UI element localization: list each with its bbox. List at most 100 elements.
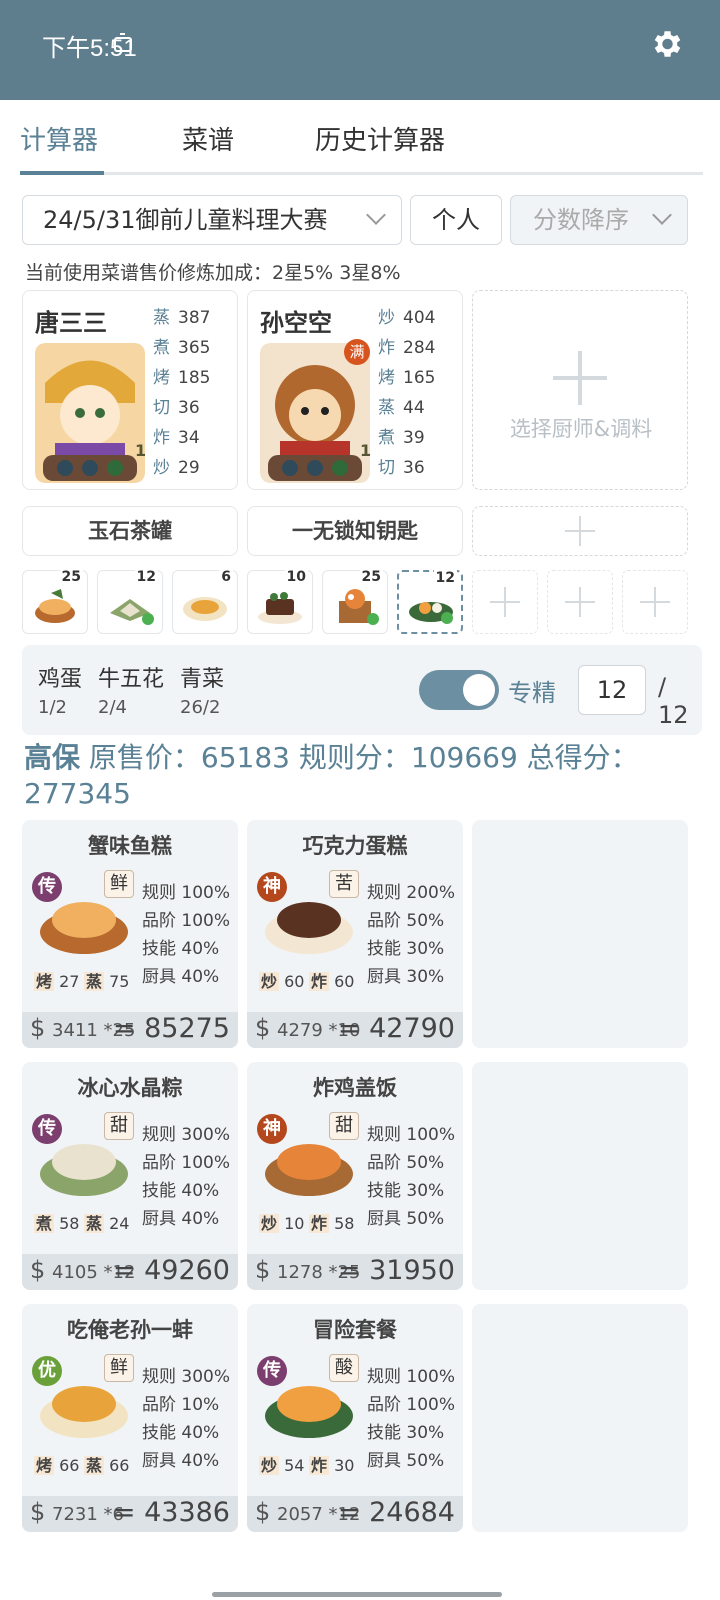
- chef-level: 1: [360, 441, 372, 460]
- chef-card-2[interactable]: 孙空空 满 1 炒 404 炸 284 烤 165 蒸 44 煮 39 切 36: [247, 290, 463, 490]
- dollar-icon: $: [30, 1498, 46, 1526]
- price-footer: $3411 *25 = 85275: [22, 1012, 238, 1048]
- specialize-toggle[interactable]: [419, 670, 499, 710]
- recipe-card[interactable]: 冰心水晶粽传 甜规则 300% 品阶 100% 技能 40% 厨具 40% 煮 58 蒸 2…: [22, 1062, 238, 1290]
- flavor-tag: 苦: [329, 870, 359, 898]
- toggle-knob: [463, 674, 495, 706]
- dollar-icon: $: [255, 1014, 271, 1042]
- recipe-name: 冰心水晶粽: [77, 1076, 183, 1100]
- flavor-tag: 甜: [329, 1112, 359, 1140]
- equipment-slot-1[interactable]: 玉石茶罐: [22, 506, 238, 556]
- skill-req-1: 炒 60: [259, 972, 305, 991]
- plus-icon: [640, 587, 670, 617]
- recipe-slot-1[interactable]: 25: [22, 569, 88, 634]
- add-recipe-slot-2[interactable]: [547, 570, 613, 634]
- empty-slot: [472, 1304, 688, 1532]
- price-total: = 31950: [337, 1255, 455, 1286]
- home-indicator[interactable]: [212, 1592, 502, 1597]
- dollar-icon: $: [255, 1498, 271, 1526]
- chef-stats: 炒 404 炸 284 烤 165 蒸 44 煮 39 切 36: [378, 308, 436, 478]
- grade-badge: 神: [257, 1114, 287, 1144]
- tab-divider: [20, 172, 703, 175]
- mode-select[interactable]: 个人: [410, 195, 502, 245]
- chef-card-1[interactable]: 唐三三 1 蒸 387 煮 365 烤 185 切 36 炸 34 炒 29: [22, 290, 238, 490]
- tab-calculator[interactable]: 计算器: [20, 120, 98, 157]
- recipe-stats: 规则 100% 品阶 100% 技能 40% 厨具 40%: [142, 883, 231, 987]
- price-footer: $2057 *12 = 24684: [247, 1496, 463, 1532]
- recipe-card[interactable]: 蟹味鱼糕传 鲜规则 100% 品阶 100% 技能 40% 厨具 40% 烤 27 蒸 75…: [22, 820, 238, 1048]
- add-recipe-slot-1[interactable]: [472, 570, 538, 634]
- add-chef-label: 选择厨师&调料: [509, 417, 653, 441]
- flavor-tag: 甜: [104, 1112, 134, 1140]
- price-footer: $7231 *6 = 43386: [22, 1496, 238, 1532]
- tab-history-calculator[interactable]: 历史计算器: [315, 120, 445, 157]
- recipe-card[interactable]: 冒险套餐传 酸规则 100% 品阶 100% 技能 30% 厨具 50% 炒 54 炸 30…: [247, 1304, 463, 1532]
- recipe-card[interactable]: 巧克力蛋糕神 苦规则 200% 品阶 50% 技能 30% 厨具 30% 炒 60 炸 60…: [247, 820, 463, 1048]
- chef-portrait: [35, 343, 145, 483]
- add-equipment[interactable]: [472, 506, 688, 556]
- specialize-max: / 12: [658, 673, 689, 729]
- tab-recipes[interactable]: 菜谱: [182, 120, 234, 157]
- sort-value: 分数降序: [533, 206, 629, 234]
- ingredient-name: 牛五花: [98, 667, 165, 692]
- grade-badge: 传: [32, 1114, 62, 1144]
- grade-badge: 传: [32, 872, 62, 902]
- equipment-slot-2[interactable]: 一无锁知钥匙: [247, 506, 463, 556]
- skill-req-2: 蒸 24: [84, 1214, 130, 1233]
- recipe-slot-4[interactable]: 10: [247, 569, 313, 634]
- recipe-stats: 规则 200% 品阶 50% 技能 30% 厨具 30%: [367, 883, 456, 987]
- recipe-card[interactable]: 炸鸡盖饭神 甜规则 100% 品阶 50% 技能 30% 厨具 50% 炒 10 炸 58 $…: [247, 1062, 463, 1290]
- ingredients-panel: 鸡蛋 1/2 牛五花 2/4 青菜 26/2 专精 12 / 12: [22, 645, 702, 735]
- add-chef-card[interactable]: 选择厨师&调料: [472, 290, 688, 490]
- gear-icon[interactable]: [648, 26, 684, 62]
- contest-value: 24/5/31御前儿童料理大赛: [43, 206, 328, 234]
- specialize-input[interactable]: 12: [578, 665, 646, 715]
- tab-bar: 计算器 菜谱 历史计算器: [0, 100, 720, 178]
- skill-req-2: 炸 30: [309, 1456, 355, 1475]
- check-icon: [441, 612, 453, 624]
- summary-name: 高保: [24, 741, 81, 774]
- skill-req-2: 炸 58: [309, 1214, 355, 1233]
- clam-icon: [183, 597, 227, 621]
- ingredient-qty: 2/4: [98, 697, 127, 718]
- dollar-icon: $: [30, 1256, 46, 1284]
- check-icon: [142, 613, 154, 625]
- price-total: = 85275: [112, 1013, 230, 1044]
- bonus-note: 当前使用菜谱售价修炼加成：2星5% 3星8%: [25, 262, 401, 284]
- grade-badge: 传: [257, 1356, 287, 1386]
- price-total: = 43386: [112, 1497, 230, 1528]
- specialize-label: 专精: [508, 679, 556, 707]
- chef-name: 唐三三: [35, 309, 107, 337]
- status-bar: 下午5:51: [0, 0, 720, 100]
- sort-select[interactable]: 分数降序: [510, 195, 688, 245]
- ingredient-name: 鸡蛋: [38, 667, 83, 692]
- skill-req-1: 烤 27: [34, 972, 80, 991]
- ingredient-name: 青菜: [180, 667, 225, 692]
- skill-req-1: 煮 58: [34, 1214, 80, 1233]
- recipe-stats: 规则 300% 品阶 100% 技能 40% 厨具 40%: [142, 1125, 231, 1229]
- check-icon: [367, 613, 379, 625]
- skill-req-2: 炸 60: [309, 972, 355, 991]
- fish-cake-icon: [35, 589, 75, 623]
- recipe-slot-3[interactable]: 6: [172, 569, 238, 634]
- recipe-card[interactable]: 吃俺老孙一蚌优 鲜规则 300% 品阶 10% 技能 40% 厨具 40% 烤 66 蒸 6…: [22, 1304, 238, 1532]
- grade-badge: 优: [32, 1356, 62, 1386]
- recipe-slot-5[interactable]: 25: [322, 569, 388, 634]
- flavor-tag: 鲜: [104, 870, 134, 898]
- empty-slot: [472, 820, 688, 1048]
- price-footer: $4279 *10 = 42790: [247, 1012, 463, 1048]
- plus-icon: [553, 351, 607, 405]
- score-summary: 高保 原售价：65183 规则分：109669 总得分：277345: [24, 740, 694, 812]
- ingredient-qty: 1/2: [38, 697, 67, 718]
- recipe-name: 冒险套餐: [313, 1318, 397, 1342]
- recipe-slot-2[interactable]: 12: [97, 569, 163, 634]
- contest-select[interactable]: 24/5/31御前儿童料理大赛: [22, 195, 402, 245]
- add-recipe-slot-3[interactable]: [622, 570, 688, 634]
- recipe-stats: 规则 100% 品阶 50% 技能 30% 厨具 50%: [367, 1125, 456, 1229]
- price-footer: $4105 *12 = 49260: [22, 1254, 238, 1290]
- recipe-name: 蟹味鱼糕: [88, 834, 172, 858]
- skill-req-1: 炒 54: [259, 1456, 305, 1475]
- recipe-slot-6[interactable]: 12: [397, 570, 463, 634]
- cake-icon: [258, 592, 302, 624]
- tv-icon: [114, 37, 132, 52]
